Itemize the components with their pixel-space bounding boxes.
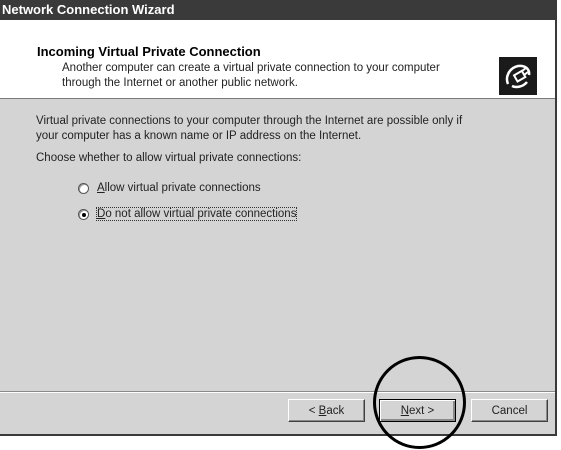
description-text: Virtual private connections to your comp…: [36, 114, 516, 144]
page-subtitle-line-1: Another computer can create a virtual pr…: [62, 62, 440, 74]
back-button[interactable]: < Back: [288, 399, 365, 422]
page-title: Incoming Virtual Private Connection: [37, 44, 261, 59]
description-line-2: your computer has a known name or IP add…: [36, 130, 362, 142]
button-separator: [0, 391, 555, 393]
allow-vpn-label[interactable]: Allow virtual private connections: [97, 182, 261, 194]
allow-vpn-radio[interactable]: [78, 182, 89, 194]
page-subtitle-line-2: through the Internet or another public n…: [62, 77, 298, 89]
deny-vpn-label[interactable]: Do not allow virtual private connections: [95, 207, 298, 221]
network-plug-icon: [499, 57, 537, 95]
next-button[interactable]: Next >: [379, 399, 456, 422]
cancel-button[interactable]: Cancel: [471, 399, 548, 422]
deny-vpn-radio[interactable]: [78, 208, 89, 220]
allow-vpn-option[interactable]: Allow virtual private connections: [78, 180, 261, 196]
page-subtitle: Another computer can create a virtual pr…: [62, 61, 482, 91]
choice-prompt: Choose whether to allow virtual private …: [36, 152, 302, 164]
wizard-content: Virtual private connections to your comp…: [0, 100, 555, 390]
wizard-window: Network Connection Wizard Incoming Virtu…: [0, 0, 557, 436]
window-title[interactable]: Network Connection Wizard: [0, 0, 555, 20]
deny-vpn-option[interactable]: Do not allow virtual private connections: [78, 206, 298, 222]
description-line-1: Virtual private connections to your comp…: [36, 115, 463, 127]
wizard-header: Incoming Virtual Private Connection Anot…: [0, 20, 555, 99]
